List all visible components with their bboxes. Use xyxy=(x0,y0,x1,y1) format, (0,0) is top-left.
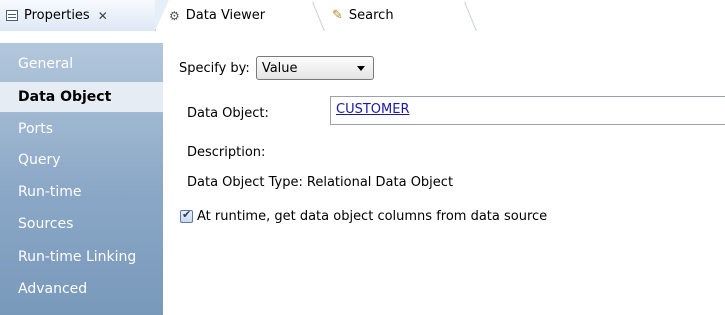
data-object-type-label: Data Object Type: xyxy=(187,175,303,190)
panel-top-strip xyxy=(0,33,725,43)
editor-tab-bar: Properties ✕ ⚙ Data Viewer ✎ Search xyxy=(0,0,725,34)
data-object-panel: Specify by: Value Data Object: CUSTOMER … xyxy=(163,43,725,315)
sidebar-item-query[interactable]: Query xyxy=(0,145,163,175)
chevron-down-icon xyxy=(356,65,365,71)
tab-search[interactable]: ✎ Search xyxy=(326,0,464,31)
specify-by-label: Specify by: xyxy=(179,60,250,76)
properties-sidebar: General Data Object Ports Query Run-time… xyxy=(0,43,163,315)
runtime-columns-checkbox[interactable] xyxy=(180,208,193,223)
sidebar-item-ports[interactable]: Ports xyxy=(0,114,163,144)
sidebar-item-data-object[interactable]: Data Object xyxy=(0,82,163,112)
data-object-type-row: Data Object Type: Relational Data Object xyxy=(187,175,453,190)
sidebar-item-run-time[interactable]: Run-time xyxy=(0,177,163,207)
tab-properties-label: Properties xyxy=(24,8,90,23)
search-icon: ✎ xyxy=(332,8,343,23)
data-object-label: Data Object: xyxy=(187,106,269,121)
runtime-columns-label[interactable]: At runtime, get data object columns from… xyxy=(197,209,547,224)
specify-by-value: Value xyxy=(261,60,298,76)
specify-by-select[interactable]: Value xyxy=(255,56,374,80)
tab-data-viewer-label: Data Viewer xyxy=(185,8,266,23)
tab-search-label: Search xyxy=(348,8,394,23)
close-icon[interactable]: ✕ xyxy=(98,9,108,23)
specify-by-row: Specify by: Value xyxy=(179,56,374,80)
sidebar-item-general[interactable]: General xyxy=(0,49,163,79)
data-viewer-icon: ⚙ xyxy=(169,8,180,23)
data-object-field[interactable]: CUSTOMER xyxy=(330,96,725,125)
data-object-type-value: Relational Data Object xyxy=(306,175,454,190)
data-object-link[interactable]: CUSTOMER xyxy=(336,102,409,117)
sidebar-item-run-time-linking[interactable]: Run-time Linking xyxy=(0,242,163,272)
properties-icon xyxy=(6,10,18,21)
description-label: Description: xyxy=(187,145,266,160)
sidebar-item-sources[interactable]: Sources xyxy=(0,209,163,239)
sidebar-item-advanced[interactable]: Advanced xyxy=(0,274,163,304)
runtime-columns-option: At runtime, get data object columns from… xyxy=(180,208,547,224)
tab-data-viewer[interactable]: ⚙ Data Viewer xyxy=(163,0,323,31)
tab-properties[interactable]: Properties ✕ xyxy=(0,0,169,31)
tab-divider xyxy=(464,2,477,31)
